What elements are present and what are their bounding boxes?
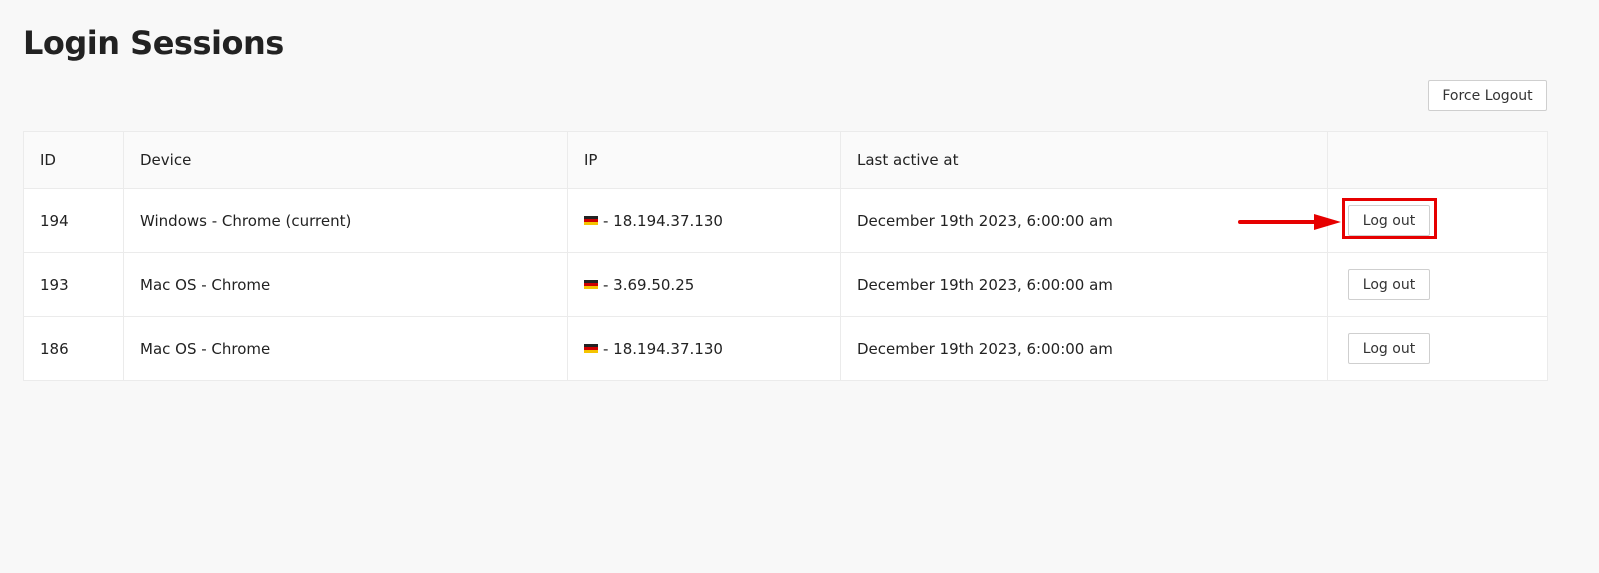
germany-flag-icon <box>584 343 598 354</box>
session-last-active: December 19th 2023, 6:00:00 am <box>840 188 1328 253</box>
session-action-cell: Log out <box>1327 188 1548 253</box>
log-out-button[interactable]: Log out <box>1348 269 1430 300</box>
header-last-active: Last active at <box>840 131 1328 189</box>
header-device: Device <box>123 131 568 189</box>
sessions-table: ID Device IP Last active at 194 Windows … <box>23 131 1548 381</box>
session-last-active: December 19th 2023, 6:00:00 am <box>840 252 1328 317</box>
table-row: 186 Mac OS - Chrome - 18.194.37.130 Dece… <box>23 316 1548 381</box>
log-out-button[interactable]: Log out <box>1348 333 1430 364</box>
session-device: Mac OS - Chrome <box>123 316 568 381</box>
session-ip-cell: - 18.194.37.130 <box>567 316 841 381</box>
session-action-cell: Log out <box>1327 316 1548 381</box>
session-id: 194 <box>23 188 124 253</box>
force-logout-button[interactable]: Force Logout <box>1428 80 1547 111</box>
session-ip: - 3.69.50.25 <box>603 275 695 294</box>
session-ip-cell: - 18.194.37.130 <box>567 188 841 253</box>
header-action <box>1327 131 1548 189</box>
session-device: Mac OS - Chrome <box>123 252 568 317</box>
session-ip: - 18.194.37.130 <box>603 339 723 358</box>
session-action-cell: Log out <box>1327 252 1548 317</box>
germany-flag-icon <box>584 279 598 290</box>
table-row: 193 Mac OS - Chrome - 3.69.50.25 Decembe… <box>23 252 1548 317</box>
page-title: Login Sessions <box>23 24 284 62</box>
header-id: ID <box>23 131 124 189</box>
session-ip-cell: - 3.69.50.25 <box>567 252 841 317</box>
header-ip: IP <box>567 131 841 189</box>
session-id: 186 <box>23 316 124 381</box>
session-ip: - 18.194.37.130 <box>603 211 723 230</box>
table-header-row: ID Device IP Last active at <box>23 131 1548 189</box>
table-row: 194 Windows - Chrome (current) - 18.194.… <box>23 188 1548 253</box>
germany-flag-icon <box>584 215 598 226</box>
login-sessions-page: Login Sessions Force Logout ID Device IP… <box>0 0 1599 573</box>
session-id: 193 <box>23 252 124 317</box>
session-device: Windows - Chrome (current) <box>123 188 568 253</box>
session-last-active: December 19th 2023, 6:00:00 am <box>840 316 1328 381</box>
log-out-button[interactable]: Log out <box>1348 205 1430 236</box>
